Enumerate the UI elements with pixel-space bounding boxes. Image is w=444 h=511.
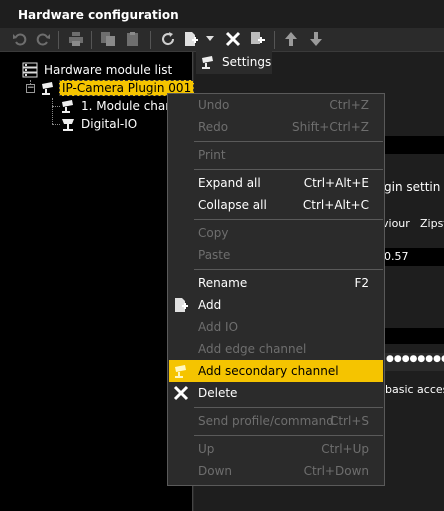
menu-item-add-edge-channel[interactable]: Add edge channel <box>169 338 383 360</box>
menu-item-redo[interactable]: Redo Shift+Ctrl+Z <box>169 116 383 138</box>
menu-item-label: Collapse all <box>198 198 267 212</box>
menu-separator <box>194 407 383 408</box>
collapse-toggle-icon[interactable]: − <box>26 84 35 93</box>
menu-item-label: Paste <box>198 248 231 262</box>
menu-item-label: Expand all <box>198 176 261 190</box>
move-down-icon[interactable] <box>306 28 326 50</box>
add-sub-icon[interactable] <box>248 28 268 50</box>
menu-item-shortcut: F2 <box>354 276 369 290</box>
tab-behaviour[interactable]: viour <box>382 217 410 230</box>
digital-io-icon <box>60 116 76 132</box>
menu-item-shortcut: Ctrl+Up <box>321 442 369 456</box>
tree-connector <box>52 124 60 125</box>
menu-item-label: Copy <box>198 226 229 240</box>
menu-item-label: Add secondary channel <box>198 364 339 378</box>
delete-x-icon <box>172 385 190 401</box>
tree-item-module-channel[interactable]: 1. Module chann <box>60 97 182 115</box>
menu-item-label: Delete <box>198 386 238 400</box>
add-document-icon <box>172 297 190 313</box>
paste-icon[interactable] <box>123 28 143 50</box>
camera-icon <box>200 54 216 70</box>
menu-item-copy[interactable]: Copy <box>169 222 383 244</box>
toolbar <box>0 28 444 52</box>
menu-item-paste[interactable]: Paste <box>169 244 383 266</box>
menu-item-label: Rename <box>198 276 248 290</box>
add-icon[interactable] <box>181 28 201 50</box>
toolbar-separator <box>58 31 59 49</box>
menu-item-add-secondary-channel[interactable]: Add secondary channel <box>169 360 383 382</box>
menu-separator <box>194 219 383 220</box>
dropdown-arrow-icon[interactable] <box>204 28 216 50</box>
password-mask: ●●●●●●●●● <box>386 354 444 364</box>
camera-icon <box>40 80 56 96</box>
menu-separator <box>194 435 383 436</box>
menu-item-shortcut: Ctrl+Down <box>303 464 369 478</box>
menu-item-shortcut: Shift+Ctrl+Z <box>292 120 369 134</box>
menu-item-up[interactable]: Up Ctrl+Up <box>169 438 383 460</box>
module-list-icon <box>22 62 38 78</box>
window-title: Hardware configuration <box>0 0 444 28</box>
menu-item-label: Redo <box>198 120 229 134</box>
menu-item-send-profile[interactable]: Send profile/command Ctrl+S <box>169 410 383 432</box>
menu-item-rename[interactable]: Rename F2 <box>169 272 383 294</box>
tree-item-digital-io[interactable]: Digital-IO <box>60 115 139 133</box>
menu-item-collapse-all[interactable]: Collapse all Ctrl+Alt+C <box>169 194 383 216</box>
menu-item-label: Add <box>198 298 222 312</box>
menu-item-label: Add IO <box>198 320 239 334</box>
print-icon[interactable] <box>66 28 86 50</box>
copy-icon[interactable] <box>98 28 118 50</box>
toolbar-separator <box>91 31 92 49</box>
tree-item-label: Hardware module list <box>44 63 173 77</box>
menu-separator <box>194 141 383 142</box>
menu-item-label: Down <box>198 464 233 478</box>
menu-item-expand-all[interactable]: Expand all Ctrl+Alt+E <box>169 172 383 194</box>
plugin-settings-header: gin settin <box>384 180 441 194</box>
menu-item-shortcut: Ctrl+Z <box>329 98 369 112</box>
toolbar-separator <box>150 31 151 49</box>
menu-item-label: Up <box>198 442 215 456</box>
camera-icon <box>60 98 76 114</box>
tree-item-label: Digital-IO <box>81 117 138 131</box>
menu-item-label: Undo <box>198 98 230 112</box>
menu-item-add-io[interactable]: Add IO <box>169 316 383 338</box>
context-menu: Undo Ctrl+Z Redo Shift+Ctrl+Z Print Expa… <box>167 93 385 486</box>
menu-separator <box>194 269 383 270</box>
menu-item-label: Add edge channel <box>198 342 307 356</box>
tree-connector <box>52 106 60 107</box>
property-row <box>380 328 444 344</box>
menu-separator <box>194 169 383 170</box>
tab-zips[interactable]: Zipst <box>420 217 444 230</box>
menu-item-delete[interactable]: Delete <box>169 382 383 404</box>
undo-icon[interactable] <box>10 28 30 50</box>
toolbar-separator <box>274 31 275 49</box>
basic-access-label: basic access <box>385 383 444 396</box>
tree-connector <box>52 98 53 124</box>
refresh-icon[interactable] <box>158 28 178 50</box>
redo-icon[interactable] <box>33 28 53 50</box>
menu-item-shortcut: Ctrl+Alt+E <box>303 176 369 190</box>
menu-item-add[interactable]: Add <box>169 294 383 316</box>
hardware-configuration-window: Hardware configuration Hardware module l… <box>0 0 444 511</box>
tab-label: Settings <box>222 55 272 69</box>
tab-settings[interactable]: Settings <box>196 50 272 74</box>
value-field-text: 0.57 <box>384 250 409 263</box>
move-up-icon[interactable] <box>281 28 301 50</box>
menu-item-undo[interactable]: Undo Ctrl+Z <box>169 94 383 116</box>
tree-item-hardware-module-list[interactable]: Hardware module list <box>22 61 174 79</box>
camera-icon <box>172 363 190 379</box>
menu-item-down[interactable]: Down Ctrl+Down <box>169 460 383 482</box>
menu-item-label: Send profile/command <box>198 414 334 428</box>
menu-item-label: Print <box>198 148 226 162</box>
menu-item-print[interactable]: Print <box>169 144 383 166</box>
delete-icon[interactable] <box>223 28 243 50</box>
menu-item-shortcut: Ctrl+S <box>329 414 369 428</box>
menu-item-shortcut: Ctrl+Alt+C <box>302 198 369 212</box>
